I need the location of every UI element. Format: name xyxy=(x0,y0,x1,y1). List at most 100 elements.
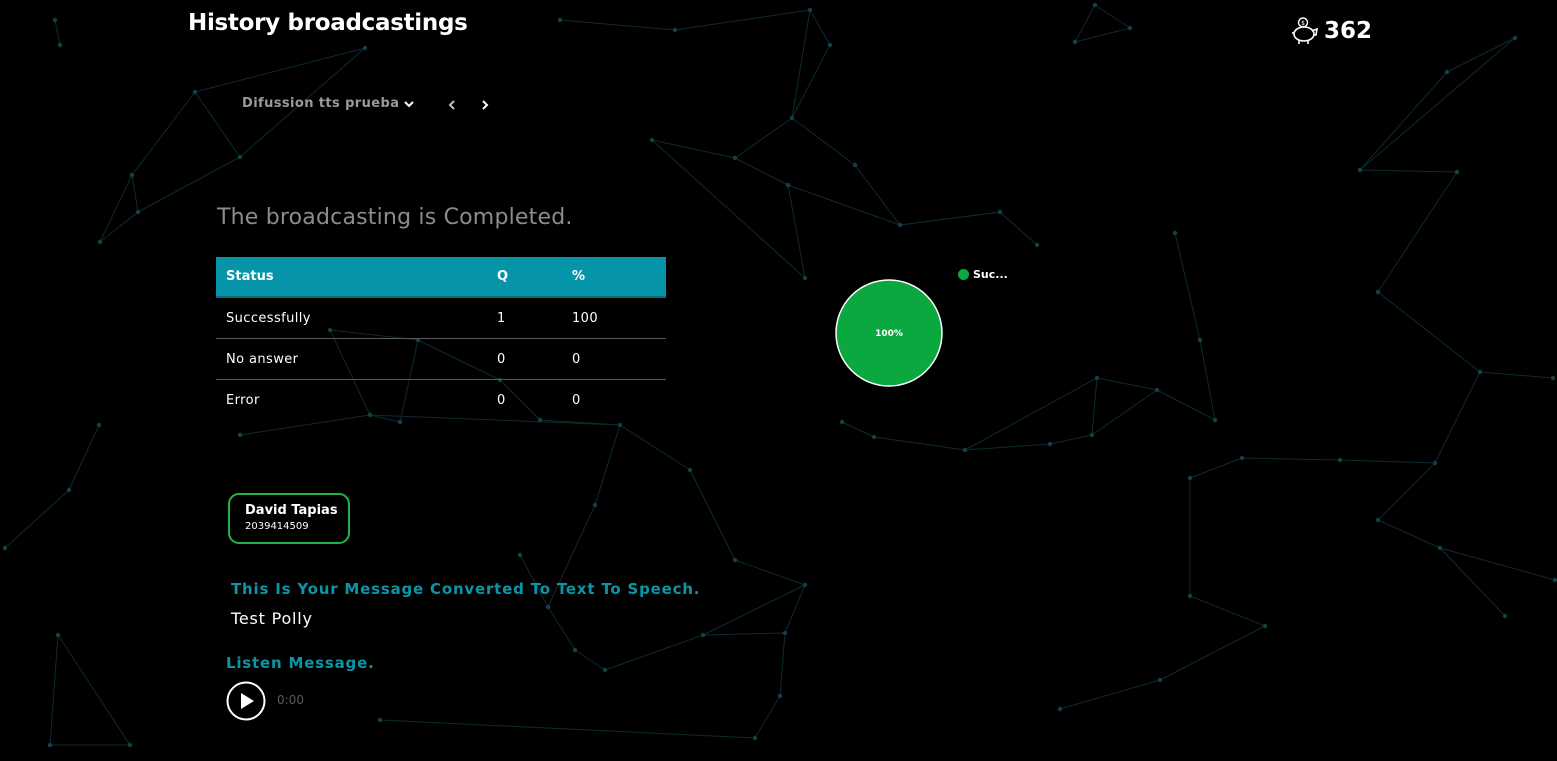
network-line xyxy=(702,584,806,636)
network-line xyxy=(1074,27,1131,43)
legend-swatch xyxy=(958,269,969,280)
previous-button[interactable] xyxy=(444,96,460,114)
network-node xyxy=(1072,39,1078,45)
network-node xyxy=(827,42,833,48)
network-line xyxy=(1096,377,1158,391)
network-node xyxy=(839,419,845,425)
network-node xyxy=(572,647,578,653)
network-node xyxy=(57,42,63,48)
network-line xyxy=(964,443,1051,451)
network-node xyxy=(1512,35,1518,41)
network-line xyxy=(547,606,576,651)
network-line xyxy=(131,174,139,213)
network-line xyxy=(57,634,131,746)
network-line xyxy=(854,164,901,226)
network-node xyxy=(545,604,551,610)
column-header-status: Status xyxy=(216,257,487,298)
network-node xyxy=(129,172,135,178)
network-line xyxy=(1377,291,1481,373)
network-line xyxy=(787,184,901,226)
network-node xyxy=(997,209,1003,215)
chart-legend[interactable]: Suc... xyxy=(958,268,1008,281)
table-cell: No answer xyxy=(216,338,487,380)
network-line xyxy=(99,174,133,243)
network-node xyxy=(1375,289,1381,295)
play-button[interactable] xyxy=(226,681,266,721)
network-node xyxy=(2,545,8,551)
network-line xyxy=(787,184,806,279)
pie-chart-svg: 100% xyxy=(835,279,943,387)
network-line xyxy=(1377,462,1436,521)
network-node xyxy=(1197,337,1203,343)
network-line xyxy=(791,117,856,166)
network-node xyxy=(1432,460,1438,466)
legend-label: Suc... xyxy=(973,268,1008,281)
network-node xyxy=(752,735,758,741)
network-node xyxy=(962,447,968,453)
network-line xyxy=(1091,377,1098,436)
network-node xyxy=(1212,417,1218,423)
table-cell: 0 xyxy=(497,392,506,408)
network-node xyxy=(672,27,678,33)
network-node xyxy=(192,89,198,95)
tts-message-text: Test Polly xyxy=(231,609,313,628)
table-cell: 0 xyxy=(487,338,562,380)
network-node xyxy=(1454,169,1460,175)
network-node xyxy=(1502,613,1508,619)
table-cell: 0 xyxy=(572,392,581,408)
campaign-select-label: Difussion tts prueba xyxy=(242,96,400,111)
campaign-select[interactable]: Difussion tts prueba xyxy=(242,96,415,111)
network-line xyxy=(1156,389,1216,421)
network-line xyxy=(1359,37,1516,171)
network-line xyxy=(1359,169,1458,173)
network-node xyxy=(1239,455,1245,461)
network-node xyxy=(377,717,383,723)
network-node xyxy=(557,17,563,23)
table-header-row: Status Q % xyxy=(216,257,666,298)
page: History broadcastings $ 362 Difussion tt… xyxy=(0,0,1557,761)
network-node xyxy=(1477,369,1483,375)
contact-name: David Tapias xyxy=(245,503,338,518)
status-table: Status Q % Successfully 1 100 No answer … xyxy=(216,257,666,420)
column-header-percent: % xyxy=(562,257,666,298)
network-line xyxy=(791,9,811,119)
network-line xyxy=(379,719,756,739)
network-node xyxy=(66,487,72,493)
next-button[interactable] xyxy=(477,96,493,114)
network-node xyxy=(1187,475,1193,481)
credits-balance: $ 362 xyxy=(1290,16,1372,46)
network-line xyxy=(702,632,786,636)
network-line xyxy=(1159,625,1266,681)
network-node xyxy=(1057,706,1063,712)
contact-card[interactable]: David Tapias 2039414509 xyxy=(228,493,350,544)
network-line xyxy=(604,634,704,671)
table-row: Error 0 0 xyxy=(216,380,666,421)
network-line xyxy=(1174,232,1201,341)
credits-value: 362 xyxy=(1324,18,1373,44)
network-line xyxy=(4,489,70,549)
page-title: History broadcastings xyxy=(188,10,468,36)
network-node xyxy=(1375,517,1381,523)
network-node xyxy=(1172,230,1178,236)
network-line xyxy=(1479,371,1554,379)
network-line xyxy=(999,211,1038,246)
network-node xyxy=(47,742,53,748)
pie-slice-label: 100% xyxy=(875,329,903,339)
network-node xyxy=(1127,25,1133,31)
table-row: No answer 0 0 xyxy=(216,338,666,380)
network-line xyxy=(594,424,621,506)
table-cell: Error xyxy=(226,392,260,408)
network-line xyxy=(49,634,59,746)
network-node xyxy=(782,630,788,636)
tts-message-heading: This Is Your Message Converted To Text T… xyxy=(231,580,701,598)
network-line xyxy=(809,9,831,46)
network-node xyxy=(602,667,608,673)
network-line xyxy=(1439,547,1506,617)
chevron-right-icon xyxy=(482,100,489,110)
network-node xyxy=(1262,623,1268,629)
network-line xyxy=(779,632,786,697)
network-node xyxy=(1550,375,1556,381)
network-line xyxy=(651,139,736,159)
network-node xyxy=(592,502,598,508)
network-line xyxy=(1359,71,1448,171)
